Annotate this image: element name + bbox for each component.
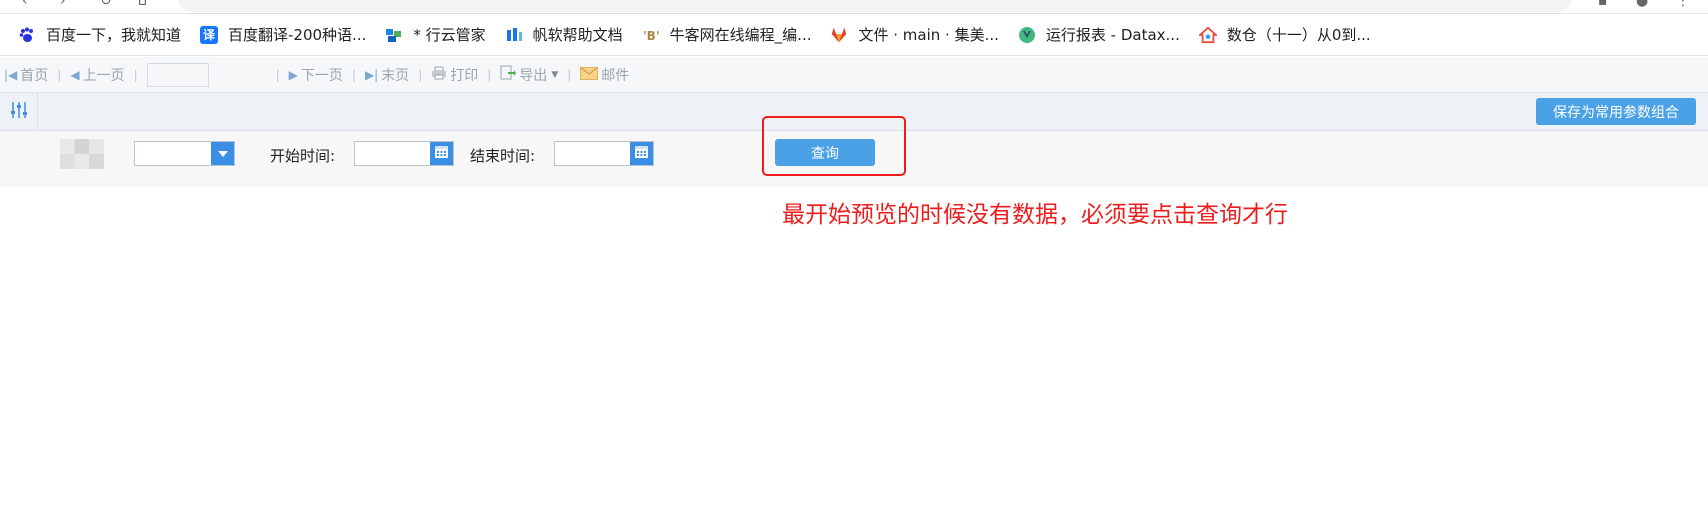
chevron-down-icon: ▼ xyxy=(551,69,559,80)
annotation-note: 最开始预览的时候没有数据，必须要点击查询才行 xyxy=(782,202,1288,228)
printer-icon xyxy=(431,66,447,83)
first-page-button[interactable]: |◀ 首页 xyxy=(4,65,48,85)
bookmark-label: 牛客网在线编程_编... xyxy=(669,26,812,44)
divider: | xyxy=(351,67,356,82)
profile-icon[interactable]: ● xyxy=(1636,0,1648,8)
print-label: 打印 xyxy=(450,67,479,84)
bookmark-label: 运行报表 - Datax... xyxy=(1045,26,1180,44)
menu-icon[interactable]: ⋮ xyxy=(1676,0,1690,8)
annotation-highlight-box xyxy=(762,116,906,176)
cloud-manager-icon xyxy=(385,26,403,44)
vue-icon xyxy=(1018,26,1036,44)
end-calendar-button[interactable] xyxy=(630,142,653,165)
chevron-down-icon xyxy=(217,150,228,157)
bookmark-label: 文件 · main · 集美... xyxy=(858,26,999,44)
last-page-button[interactable]: ▶| 末页 xyxy=(365,65,409,85)
calendar-icon xyxy=(634,144,649,163)
next-page-icon: ▶ xyxy=(288,67,298,82)
house-icon xyxy=(1198,26,1217,44)
bookmark-label: 百度翻译-200种语... xyxy=(228,26,367,44)
divider: | xyxy=(275,67,280,82)
first-page-label: 首页 xyxy=(20,67,49,84)
bookmark-cloud-manager[interactable]: * 行云管家 xyxy=(385,24,486,45)
calendar-icon xyxy=(434,144,449,163)
gitlab-icon xyxy=(830,26,848,44)
bookmark-nowcoder[interactable]: 'B' 牛客网在线编程_编... xyxy=(642,24,812,45)
divider: | xyxy=(133,67,138,82)
divider: | xyxy=(57,67,62,82)
sliders-icon xyxy=(9,100,29,124)
mail-button[interactable]: 邮件 xyxy=(580,65,629,85)
finereport-icon xyxy=(505,26,523,44)
last-page-icon: ▶| xyxy=(364,67,379,82)
reload-icon[interactable]: ↻ xyxy=(100,0,112,8)
bookmark-label: * 行云管家 xyxy=(413,26,486,44)
export-icon xyxy=(500,65,517,84)
bookmark-label: 数仓（十一）从0到... xyxy=(1226,26,1371,44)
bookmark-label: 帆软帮助文档 xyxy=(532,26,623,44)
back-icon[interactable]: ‹ xyxy=(22,0,28,8)
baidu-paw-icon xyxy=(18,26,36,44)
divider: | xyxy=(567,67,572,82)
export-button[interactable]: 导出 ▼ xyxy=(500,65,558,85)
mail-icon xyxy=(580,66,599,83)
export-label: 导出 xyxy=(519,67,548,84)
parameter-settings-button[interactable] xyxy=(0,93,38,130)
start-time-label: 开始时间: xyxy=(270,147,336,165)
home-icon[interactable]: ⌂ xyxy=(138,0,147,8)
mail-label: 邮件 xyxy=(601,67,630,84)
prev-page-icon: ◀ xyxy=(70,67,80,82)
bookmark-baidu[interactable]: 百度一下，我就知道 xyxy=(18,24,181,45)
forward-icon[interactable]: › xyxy=(60,0,66,8)
next-page-label: 下一页 xyxy=(300,67,343,84)
report-pager-toolbar: |◀ 首页 | ◀ 上一页 | | ▶ 下一页 | ▶| 末页 | 打印 | 导… xyxy=(0,57,1708,93)
bookmark-finereport-docs[interactable]: 帆软帮助文档 xyxy=(505,24,623,45)
prev-page-label: 上一页 xyxy=(82,67,125,84)
bookmarks-bar: 百度一下，我就知道 译 百度翻译-200种语... * 行云管家 帆软帮助文档 … xyxy=(0,14,1708,56)
first-page-icon: |◀ xyxy=(4,67,18,82)
bookmark-data-warehouse[interactable]: 数仓（十一）从0到... xyxy=(1198,24,1371,45)
end-time-label: 结束时间: xyxy=(470,147,536,165)
bookmark-label: 百度一下，我就知道 xyxy=(46,26,182,44)
address-bar[interactable] xyxy=(178,0,1571,12)
bookmark-gitlab[interactable]: 文件 · main · 集美... xyxy=(830,24,999,45)
translate-icon: 译 xyxy=(200,25,219,44)
start-time-input[interactable] xyxy=(354,141,454,166)
last-page-label: 末页 xyxy=(381,67,410,84)
bookmark-baidu-translate[interactable]: 译 百度翻译-200种语... xyxy=(200,24,366,45)
next-page-button[interactable]: ▶ 下一页 xyxy=(289,65,343,85)
page-number-input[interactable] xyxy=(146,62,209,87)
extensions-icon[interactable]: ▪ xyxy=(1598,0,1608,8)
divider: | xyxy=(487,67,492,82)
browser-address-strip: ‹ › ↻ ⌂ ▪ ● ⋮ xyxy=(0,0,1708,14)
combo-dropdown-button[interactable] xyxy=(211,142,234,165)
end-time-input[interactable] xyxy=(554,141,654,166)
prev-page-button[interactable]: ◀ 上一页 xyxy=(70,65,124,85)
blurred-label-image xyxy=(60,139,104,169)
bookmark-datax-report[interactable]: 运行报表 - Datax... xyxy=(1018,24,1180,45)
parameter-combo-box[interactable] xyxy=(134,141,235,166)
divider: | xyxy=(418,67,423,82)
save-parameter-combination-button[interactable]: 保存为常用参数组合 xyxy=(1536,98,1696,125)
nowcoder-icon: 'B' xyxy=(642,26,660,44)
print-button[interactable]: 打印 xyxy=(431,65,478,85)
svg-text:'B': 'B' xyxy=(643,29,660,43)
start-calendar-button[interactable] xyxy=(430,142,453,165)
